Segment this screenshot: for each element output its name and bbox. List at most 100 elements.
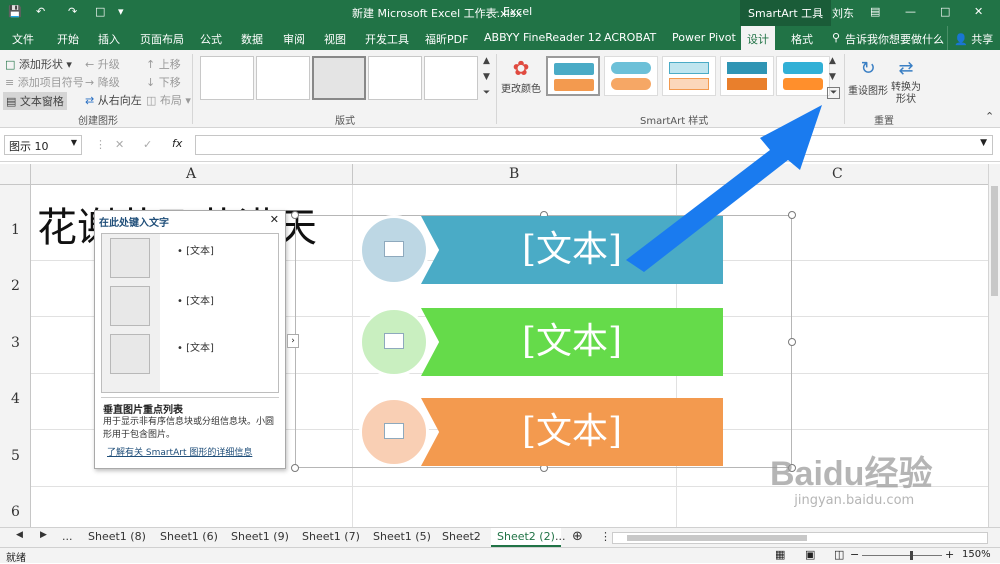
new-sheet-icon[interactable]: ⊕ — [572, 529, 583, 544]
tab-developer[interactable]: 开发工具 — [365, 31, 409, 47]
add-shape-button[interactable]: □ 添加形状 ▾ — [5, 56, 72, 72]
tab-power-pivot[interactable]: Power Pivot — [672, 31, 736, 44]
bullet-item-1[interactable]: • [文本] — [177, 242, 214, 257]
smartart-shape-2[interactable]: [文本] — [421, 308, 723, 376]
next-sheet-icon[interactable]: ▶ — [40, 530, 47, 540]
tab-page-layout[interactable]: 页面布局 — [140, 31, 184, 47]
resize-handle[interactable] — [291, 211, 299, 219]
convert-to-shapes-button[interactable]: ⇄ 转换为形状 — [890, 56, 922, 106]
resize-handle[interactable] — [788, 338, 796, 346]
select-all-button[interactable] — [0, 164, 31, 185]
resize-handle[interactable] — [788, 211, 796, 219]
collapse-ribbon-icon[interactable]: ⌃ — [985, 110, 994, 123]
more-sheets-icon[interactable]: ... — [62, 530, 73, 543]
picture-placeholder-2[interactable] — [359, 307, 429, 377]
learn-more-link[interactable]: 了解有关 SmartArt 图形的详细信息 — [107, 445, 252, 458]
picture-icon[interactable] — [110, 238, 150, 278]
tab-home[interactable]: 开始 — [57, 31, 79, 47]
tab-split-icon[interactable]: ⋮ — [600, 530, 611, 543]
layouts-scroll-down[interactable]: ▼ — [483, 72, 490, 82]
zoom-out-icon[interactable]: − — [850, 548, 859, 561]
style-thumb-2[interactable] — [604, 56, 658, 96]
layouts-scroll-up[interactable]: ▲ — [483, 56, 490, 66]
column-header-c[interactable]: C — [832, 166, 843, 182]
styles-scroll-down[interactable]: ▼ — [829, 72, 836, 82]
layouts-more[interactable]: ⏷ — [483, 88, 490, 98]
save-icon[interactable]: 💾 — [8, 5, 22, 18]
touch-mode-icon[interactable]: □ — [95, 5, 105, 18]
layout-thumb-3-selected[interactable] — [312, 56, 366, 100]
resize-handle[interactable] — [291, 464, 299, 472]
customize-qat-icon[interactable]: ▾ — [118, 5, 124, 18]
layout-thumb-5[interactable] — [424, 56, 478, 100]
close-icon[interactable]: ✕ — [974, 5, 983, 18]
cancel-icon[interactable]: ✕ — [115, 138, 124, 151]
scroll-thumb[interactable] — [627, 535, 807, 541]
picture-placeholder-3[interactable] — [359, 397, 429, 467]
tab-view[interactable]: 视图 — [324, 31, 346, 47]
style-thumb-4[interactable] — [720, 56, 774, 96]
user-name[interactable]: 刘东 — [832, 5, 854, 21]
share-button[interactable]: 👤 共享 — [947, 26, 999, 50]
maximize-icon[interactable]: □ — [940, 5, 950, 18]
move-down-button[interactable]: ↓ 下移 — [146, 74, 181, 90]
move-up-button[interactable]: ↑ 上移 — [146, 56, 181, 72]
sheet-tab[interactable]: Sheet1 (8) — [88, 530, 146, 543]
expand-formula-icon[interactable]: ▼ — [980, 138, 987, 148]
tab-insert[interactable]: 插入 — [98, 31, 120, 47]
add-bullet-button[interactable]: ≡ 添加项目符号 — [5, 74, 84, 90]
styles-more-button[interactable]: ⏷ — [827, 87, 841, 99]
layout-thumb-2[interactable] — [256, 56, 310, 100]
horizontal-scrollbar[interactable] — [612, 532, 988, 544]
change-colors-button[interactable]: ✿ 更改颜色 — [500, 56, 542, 104]
column-header-b[interactable]: B — [509, 166, 519, 182]
tab-design[interactable]: 设计 — [741, 26, 775, 50]
smartart-graphic[interactable]: [文本] [文本] [文本] — [291, 211, 796, 472]
prev-sheet-icon[interactable]: ◀ — [16, 530, 23, 540]
zoom-level[interactable]: 150% — [962, 549, 991, 560]
smartart-shape-3[interactable]: [文本] — [421, 398, 723, 466]
redo-icon[interactable]: ↷ — [68, 5, 77, 18]
style-thumb-1-selected[interactable] — [546, 56, 600, 96]
tell-me-box[interactable]: 告诉我你想要做什么 — [845, 31, 944, 47]
sheet-tab[interactable]: Sheet1 (9) — [231, 530, 289, 543]
row-header-3[interactable]: 3 — [0, 335, 31, 351]
scroll-thumb[interactable] — [991, 186, 998, 296]
demote-button[interactable]: → 降级 — [85, 74, 120, 90]
tab-foxit-pdf[interactable]: 福昕PDF — [425, 31, 468, 47]
sheet-tab[interactable]: Sheet1 (7) — [302, 530, 360, 543]
close-pane-icon[interactable]: ✕ — [270, 213, 279, 226]
zoom-slider[interactable] — [862, 551, 942, 560]
text-pane-button[interactable]: ▤ 文本窗格 — [3, 92, 67, 110]
reset-graphic-button[interactable]: ↻ 重设图形 — [848, 56, 888, 106]
page-break-view-icon[interactable]: ◫ — [834, 548, 844, 561]
picture-placeholder-1[interactable] — [359, 215, 429, 285]
promote-button[interactable]: ← 升级 — [85, 56, 120, 72]
bullet-item-2[interactable]: • [文本] — [177, 292, 214, 307]
style-thumb-5[interactable] — [776, 56, 830, 96]
text-pane-toggle[interactable]: › — [287, 334, 299, 348]
column-header-a[interactable]: A — [186, 166, 196, 182]
more-sheets-right-icon[interactable]: ... — [555, 530, 566, 543]
style-thumb-3[interactable] — [662, 56, 716, 96]
tab-abbyy[interactable]: ABBYY FineReader 12 — [484, 31, 602, 44]
sheet-tab-active[interactable]: Sheet2 (2) — [491, 528, 561, 547]
sheet-tab[interactable]: Sheet1 (6) — [160, 530, 218, 543]
page-layout-view-icon[interactable]: ▣ — [805, 548, 815, 561]
tab-review[interactable]: 审阅 — [283, 31, 305, 47]
tab-file[interactable]: 文件 — [12, 31, 34, 47]
text-pane-content[interactable]: • [文本] • [文本] • [文本] — [101, 233, 279, 393]
zoom-in-icon[interactable]: + — [945, 548, 954, 561]
styles-scroll-up[interactable]: ▲ — [829, 56, 836, 66]
row-header-1[interactable]: 1 — [0, 222, 31, 238]
row-header-4[interactable]: 4 — [0, 391, 31, 407]
vertical-scrollbar[interactable] — [988, 164, 1000, 527]
zoom-slider-thumb[interactable] — [910, 551, 913, 560]
tab-acrobat[interactable]: ACROBAT — [604, 31, 656, 44]
right-to-left-button[interactable]: ⇄ 从右向左 — [85, 92, 142, 108]
insert-function-icon[interactable]: fx — [172, 137, 182, 150]
layout-button[interactable]: ◫ 布局 ▾ — [146, 92, 191, 108]
picture-icon[interactable] — [110, 286, 150, 326]
minimize-icon[interactable]: — — [905, 5, 916, 18]
sheet-tab[interactable]: Sheet1 (5) — [373, 530, 431, 543]
